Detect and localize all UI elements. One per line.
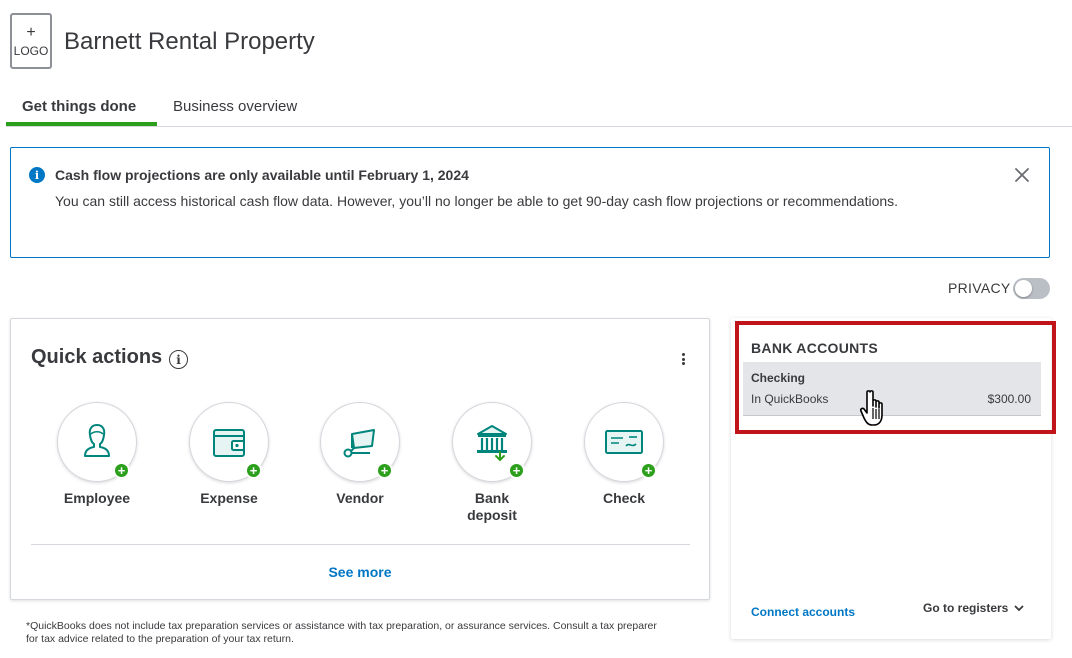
banner-title: Cash flow projections are only available… bbox=[55, 167, 469, 183]
toggle-knob bbox=[1015, 280, 1032, 297]
banner-message: You can still access historical cash flo… bbox=[55, 193, 899, 209]
bank-accounts-title: BANK ACCOUNTS bbox=[751, 340, 879, 356]
logo-placeholder-label: LOGO bbox=[13, 44, 49, 58]
account-source: In QuickBooks bbox=[751, 392, 829, 406]
quick-actions-card: Quick actions i + Employee + Expense + V… bbox=[10, 318, 710, 600]
info-icon: i bbox=[29, 167, 45, 183]
action-label: Employee bbox=[63, 490, 131, 506]
employee-action-button[interactable]: + Employee bbox=[42, 402, 152, 507]
active-tab-indicator bbox=[6, 122, 157, 126]
plus-badge-icon: + bbox=[113, 462, 130, 479]
privacy-label: PRIVACY bbox=[948, 280, 1011, 296]
hand-pointer-icon bbox=[859, 390, 883, 426]
go-to-registers-dropdown[interactable]: Go to registers bbox=[923, 601, 1024, 615]
action-label: Expense bbox=[200, 490, 258, 506]
plus-icon: + bbox=[26, 24, 36, 41]
privacy-toggle[interactable] bbox=[1013, 278, 1050, 299]
plus-badge-icon: + bbox=[245, 462, 262, 479]
tab-business-overview[interactable]: Business overview bbox=[173, 98, 297, 127]
bank-deposit-action-button[interactable]: + Bank deposit bbox=[437, 402, 547, 524]
action-label: Bank deposit bbox=[467, 490, 517, 523]
vendor-cart-icon: + bbox=[320, 402, 400, 482]
check-icon: + bbox=[584, 402, 664, 482]
company-name: Barnett Rental Property bbox=[64, 28, 315, 55]
account-balance: $300.00 bbox=[987, 392, 1031, 406]
connect-accounts-link[interactable]: Connect accounts bbox=[751, 605, 855, 619]
plus-badge-icon: + bbox=[640, 462, 657, 479]
go-to-registers-label: Go to registers bbox=[923, 601, 1009, 615]
bank-accounts-card: BANK ACCOUNTS Checking In QuickBooks $30… bbox=[731, 318, 1051, 639]
plus-badge-icon: + bbox=[376, 462, 393, 479]
close-icon[interactable] bbox=[1013, 166, 1031, 184]
account-name: Checking bbox=[751, 371, 806, 385]
check-action-button[interactable]: + Check bbox=[569, 402, 679, 507]
bank-deposit-icon: + bbox=[452, 402, 532, 482]
bank-account-row[interactable]: Checking In QuickBooks $300.00 bbox=[743, 362, 1041, 416]
action-label: Check bbox=[602, 490, 646, 506]
chevron-down-icon bbox=[1014, 604, 1024, 611]
add-logo-button[interactable]: + LOGO bbox=[10, 13, 52, 69]
quick-actions-title: Quick actions bbox=[31, 346, 163, 368]
plus-badge-icon: + bbox=[508, 462, 525, 479]
divider bbox=[31, 544, 690, 545]
employee-icon: + bbox=[57, 402, 137, 482]
cash-flow-notice-banner: i Cash flow projections are only availab… bbox=[10, 147, 1050, 258]
see-more-link[interactable]: See more bbox=[11, 564, 709, 580]
action-label: Vendor bbox=[336, 490, 384, 506]
dashboard-tabs: Get things done Business overview bbox=[6, 94, 1072, 127]
expense-wallet-icon: + bbox=[189, 402, 269, 482]
vendor-action-button[interactable]: + Vendor bbox=[305, 402, 415, 507]
expense-action-button[interactable]: + Expense bbox=[174, 402, 284, 507]
info-icon[interactable]: i bbox=[169, 350, 188, 369]
tax-disclaimer: *QuickBooks does not include tax prepara… bbox=[26, 620, 657, 645]
more-options-icon[interactable] bbox=[679, 351, 687, 367]
